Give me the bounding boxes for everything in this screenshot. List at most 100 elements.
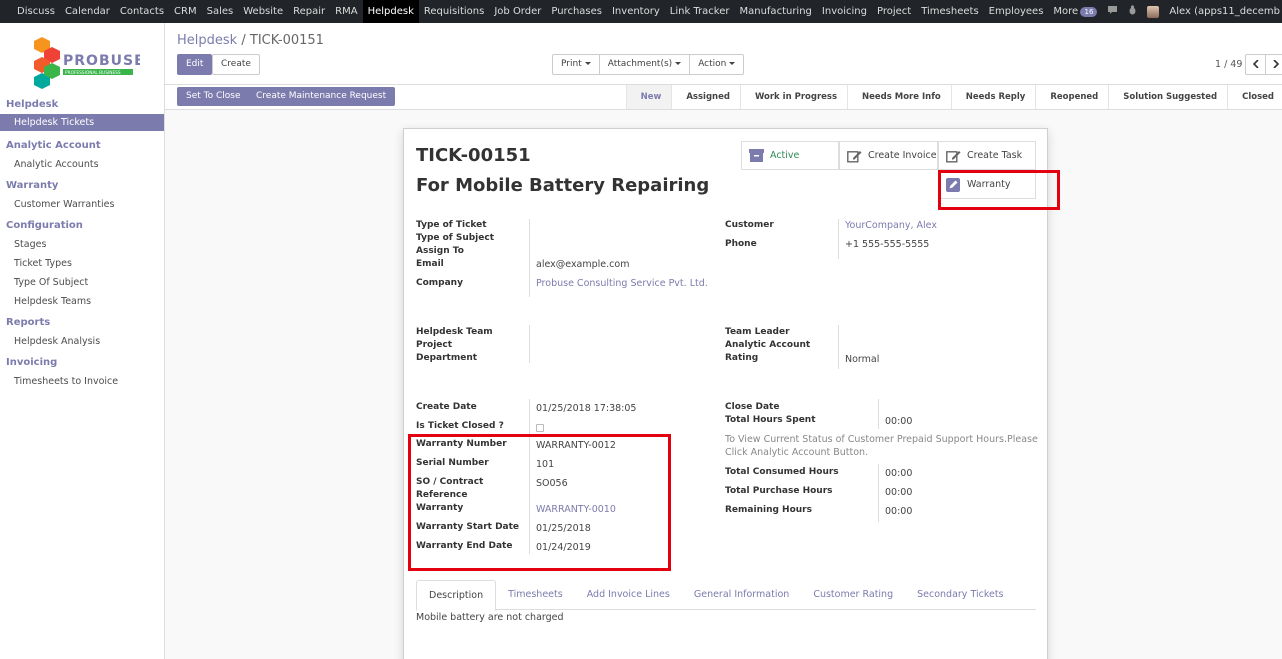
sidebar-section-invoicing[interactable]: Invoicing xyxy=(0,354,164,372)
nav-inventory[interactable]: Inventory xyxy=(607,0,665,23)
caret-down-icon xyxy=(729,62,736,65)
edit-icon xyxy=(945,149,961,163)
stage-solution-suggested[interactable]: Solution Suggested xyxy=(1108,85,1227,109)
stage-assigned[interactable]: Assigned xyxy=(671,85,740,109)
nav-timesheets[interactable]: Timesheets xyxy=(916,0,983,23)
label-total-consumed-hours: Total Consumed Hours xyxy=(725,467,839,477)
sidebar-section-warranty[interactable]: Warranty xyxy=(0,177,164,195)
customer-link[interactable]: YourCompany, Alex xyxy=(845,220,937,231)
pager-value[interactable]: 1 / 49 xyxy=(1215,59,1242,70)
stage-work-in-progress[interactable]: Work in Progress xyxy=(739,85,847,109)
caret-down-icon xyxy=(675,62,682,65)
ticket-subject: For Mobile Battery Repairing xyxy=(416,175,710,196)
sidebar-item-helpdesk-tickets[interactable]: Helpdesk Tickets xyxy=(0,114,164,131)
create-maintenance-request-button[interactable]: Create Maintenance Request xyxy=(247,87,396,106)
label-total-hours-spent: Total Hours Spent xyxy=(725,415,816,425)
bug-icon[interactable] xyxy=(1128,5,1137,18)
stage-pipeline: New Assigned Work in Progress Needs More… xyxy=(625,85,1282,109)
nav-helpdesk[interactable]: Helpdesk xyxy=(362,0,419,23)
create-invoice-button[interactable]: Create Invoice xyxy=(839,141,938,170)
label-type-of-subject: Type of Subject xyxy=(416,233,495,243)
label-company: Company xyxy=(416,278,463,288)
tab-add-invoice-lines[interactable]: Add Invoice Lines xyxy=(575,580,682,609)
edit-button[interactable]: Edit xyxy=(177,54,213,75)
nav-invoicing[interactable]: Invoicing xyxy=(817,0,872,23)
nav-requisitions[interactable]: Requisitions xyxy=(419,0,489,23)
stage-needs-more-info[interactable]: Needs More Info xyxy=(847,85,951,109)
nav-link-tracker[interactable]: Link Tracker xyxy=(665,0,735,23)
breadcrumb-separator: / xyxy=(241,33,246,48)
stage-new[interactable]: New xyxy=(625,85,672,109)
nav-employees[interactable]: Employees xyxy=(984,0,1049,23)
sidebar-item-timesheets-to-invoice[interactable]: Timesheets to Invoice xyxy=(0,372,164,391)
company-logo[interactable]: PROBUSE PROFESSIONAL BUSINESS xyxy=(30,35,144,93)
nav-calendar[interactable]: Calendar xyxy=(60,0,115,23)
activity-badge[interactable]: 16 xyxy=(1080,6,1098,17)
nav-website[interactable]: Website xyxy=(238,0,288,23)
print-dropdown[interactable]: Print xyxy=(552,54,600,75)
create-button[interactable]: Create xyxy=(212,54,260,75)
rating-value[interactable]: Normal xyxy=(845,354,879,365)
sidebar-item-helpdesk-analysis[interactable]: Helpdesk Analysis xyxy=(0,332,164,351)
chevron-right-icon xyxy=(1273,58,1280,69)
email-value[interactable]: alex@example.com xyxy=(536,259,629,270)
description-text[interactable]: Mobile battery are not charged xyxy=(416,612,564,623)
form-statusbar: Set To Close Create Maintenance Request … xyxy=(165,85,1282,110)
total-purchase-hours-value: 00:00 xyxy=(885,487,913,498)
separator xyxy=(529,219,530,297)
breadcrumb-current: TICK-00151 xyxy=(249,33,324,48)
separator xyxy=(838,325,839,369)
is-ticket-closed-checkbox[interactable] xyxy=(536,424,544,432)
sidebar-item-helpdesk-teams[interactable]: Helpdesk Teams xyxy=(0,292,164,311)
user-name[interactable]: Alex (apps11_decemb xyxy=(1169,6,1280,17)
set-to-close-button[interactable]: Set To Close xyxy=(177,87,250,106)
label-phone: Phone xyxy=(725,239,757,249)
pager-previous-button[interactable] xyxy=(1245,54,1266,75)
sidebar-item-customer-warranties[interactable]: Customer Warranties xyxy=(0,195,164,214)
sidebar-section-configuration[interactable]: Configuration xyxy=(0,217,164,235)
user-avatar[interactable] xyxy=(1147,5,1160,18)
stage-reopened[interactable]: Reopened xyxy=(1035,85,1108,109)
tab-customer-rating[interactable]: Customer Rating xyxy=(801,580,905,609)
pager-next-button[interactable] xyxy=(1266,54,1282,75)
sidebar-section-analytic-account[interactable]: Analytic Account xyxy=(0,137,164,155)
active-toggle-button[interactable]: Active xyxy=(741,141,839,170)
nav-job-order[interactable]: Job Order xyxy=(489,0,546,23)
attachments-label: Attachment(s) xyxy=(607,59,673,69)
sidebar-section-helpdesk[interactable]: Helpdesk xyxy=(0,96,164,114)
sidebar-section-reports[interactable]: Reports xyxy=(0,314,164,332)
nav-repair[interactable]: Repair xyxy=(288,0,330,23)
tab-general-information[interactable]: General Information xyxy=(682,580,801,609)
nav-contacts[interactable]: Contacts xyxy=(115,0,169,23)
sidebar-item-stages[interactable]: Stages xyxy=(0,235,164,254)
nav-manufacturing[interactable]: Manufacturing xyxy=(734,0,816,23)
separator xyxy=(878,399,879,429)
nav-rma[interactable]: RMA xyxy=(330,0,362,23)
breadcrumb-parent[interactable]: Helpdesk xyxy=(177,33,237,48)
chevron-left-icon xyxy=(1252,58,1259,69)
nav-purchases[interactable]: Purchases xyxy=(546,0,607,23)
nav-crm[interactable]: CRM xyxy=(169,0,202,23)
stage-needs-reply[interactable]: Needs Reply xyxy=(950,85,1036,109)
create-task-button[interactable]: Create Task xyxy=(938,141,1036,170)
nav-discuss[interactable]: Discuss xyxy=(12,0,60,23)
stage-closed[interactable]: Closed xyxy=(1227,85,1282,109)
company-link[interactable]: Probuse Consulting Service Pvt. Ltd. xyxy=(536,278,708,289)
label-assign-to: Assign To xyxy=(416,246,464,256)
phone-value[interactable]: +1 555-555-5555 xyxy=(845,239,929,250)
sidebar-item-ticket-types[interactable]: Ticket Types xyxy=(0,254,164,273)
nav-sales[interactable]: Sales xyxy=(202,0,239,23)
sidebar-item-type-of-subject[interactable]: Type Of Subject xyxy=(0,273,164,292)
chat-icon[interactable] xyxy=(1107,5,1118,18)
caret-down-icon xyxy=(584,62,591,65)
tab-description[interactable]: Description xyxy=(416,580,497,611)
action-dropdown[interactable]: Action xyxy=(690,54,745,75)
sidebar-item-analytic-accounts[interactable]: Analytic Accounts xyxy=(0,155,164,174)
label-team-leader: Team Leader xyxy=(725,327,790,337)
attachments-dropdown[interactable]: Attachment(s) xyxy=(599,54,691,75)
active-label: Active xyxy=(770,150,800,161)
nav-project[interactable]: Project xyxy=(872,0,916,23)
remaining-hours-value: 00:00 xyxy=(885,506,913,517)
tab-timesheets[interactable]: Timesheets xyxy=(496,580,575,609)
tab-secondary-tickets[interactable]: Secondary Tickets xyxy=(905,580,1015,609)
